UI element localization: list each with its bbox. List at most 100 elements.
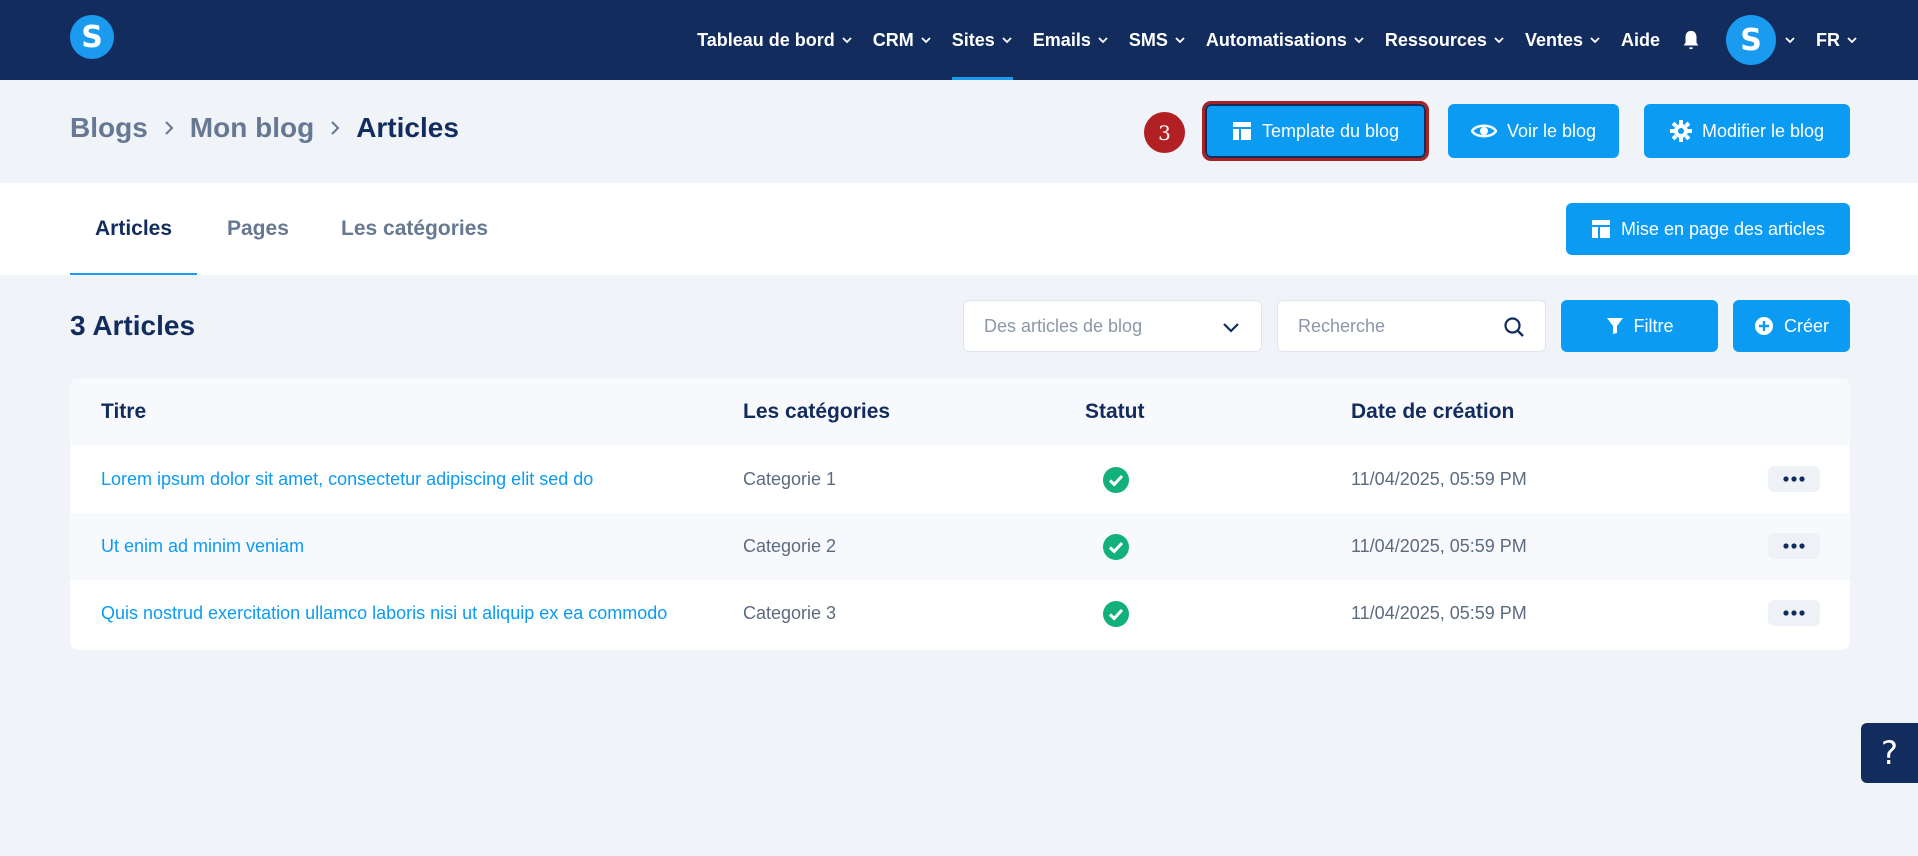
chevron-right-icon bbox=[165, 121, 174, 135]
plus-circle-icon bbox=[1754, 317, 1773, 335]
status-cell bbox=[1103, 513, 1129, 580]
nav-item-emails[interactable]: Emails bbox=[1033, 0, 1109, 80]
column-title: Titre bbox=[101, 400, 147, 423]
row-actions-button[interactable] bbox=[1768, 466, 1820, 492]
articles-count-title: 3 Articles bbox=[70, 310, 196, 341]
tab-articles[interactable]: Articles bbox=[69, 183, 198, 275]
chevron-down-icon bbox=[1098, 37, 1108, 44]
column-categories: Les catégories bbox=[743, 400, 891, 423]
nav-item-label: Ventes bbox=[1524, 29, 1583, 50]
tabs-panel: Articles Pages Les catégories Mise en pa… bbox=[0, 183, 1918, 275]
nav-item-sms[interactable]: SMS bbox=[1129, 0, 1186, 80]
article-date: 11/04/2025, 05:59 PM bbox=[1351, 603, 1527, 623]
nav-item-resources[interactable]: Ressources bbox=[1385, 0, 1505, 80]
nav-item-sales[interactable]: Ventes bbox=[1525, 0, 1601, 80]
nav-item-crm[interactable]: CRM bbox=[873, 0, 932, 80]
more-horizontal-icon bbox=[1783, 543, 1805, 549]
nav-item-dashboard[interactable]: Tableau de bord bbox=[697, 0, 853, 80]
nav-item-automations[interactable]: Automatisations bbox=[1206, 0, 1365, 80]
article-title-link[interactable]: Quis nostrud exercitation ullamco labori… bbox=[101, 580, 667, 647]
article-title-link[interactable]: Ut enim ad minim veniam bbox=[101, 513, 304, 580]
nav-item-label: CRM bbox=[872, 29, 914, 50]
language-selector[interactable]: FR bbox=[1816, 0, 1858, 80]
filter-button[interactable]: Filtre bbox=[1561, 300, 1718, 352]
article-title-link[interactable]: Lorem ipsum dolor sit amet, consectetur … bbox=[101, 446, 593, 513]
tab-pages[interactable]: Pages bbox=[227, 183, 289, 275]
nav-item-sites[interactable]: Sites bbox=[951, 0, 1013, 80]
create-label: Créer bbox=[1783, 315, 1829, 336]
article-category: Categorie 2 bbox=[743, 536, 837, 556]
nav-item-label: Aide bbox=[1620, 29, 1660, 50]
view-blog-label: Voir le blog bbox=[1506, 120, 1597, 141]
more-horizontal-icon bbox=[1783, 610, 1805, 616]
article-type-select[interactable]: Des articles de blog bbox=[963, 300, 1262, 352]
chevron-right-icon bbox=[331, 121, 340, 135]
view-blog-button[interactable]: Voir le blog bbox=[1448, 104, 1619, 158]
table-row: Ut enim ad minim veniam Categorie 2 11/0… bbox=[70, 513, 1850, 580]
chevron-down-icon bbox=[1175, 37, 1185, 44]
check-circle-icon bbox=[1103, 600, 1129, 627]
chevron-down-icon bbox=[1002, 37, 1012, 44]
template-blog-button[interactable]: Template du blog bbox=[1202, 101, 1429, 161]
row-actions-button[interactable] bbox=[1768, 600, 1820, 626]
layout-icon bbox=[1591, 220, 1610, 238]
chevron-down-icon bbox=[842, 37, 852, 44]
breadcrumb: Blogs Mon blog Articles bbox=[70, 112, 459, 144]
tab-categories[interactable]: Les catégories bbox=[341, 183, 488, 275]
search-box bbox=[1277, 300, 1546, 352]
article-date: 11/04/2025, 05:59 PM bbox=[1351, 469, 1527, 489]
column-date: Date de création bbox=[1351, 400, 1515, 423]
nav-item-label: SMS bbox=[1128, 29, 1168, 50]
row-actions-button[interactable] bbox=[1768, 533, 1820, 559]
gear-icon bbox=[1669, 120, 1692, 142]
status-cell bbox=[1103, 580, 1129, 647]
breadcrumb-articles: Articles bbox=[356, 112, 459, 143]
articles-layout-label: Mise en page des articles bbox=[1620, 218, 1826, 239]
filter-icon bbox=[1606, 318, 1623, 334]
nav-item-label: Tableau de bord bbox=[697, 29, 835, 50]
eye-icon bbox=[1470, 124, 1497, 138]
nav-item-label: Emails bbox=[1032, 29, 1091, 50]
chevron-down-icon bbox=[1223, 323, 1239, 333]
article-date: 11/04/2025, 05:59 PM bbox=[1351, 536, 1527, 556]
language-label: FR bbox=[1816, 29, 1840, 50]
select-value: Des articles de blog bbox=[984, 315, 1143, 336]
nav-item-label: Automatisations bbox=[1205, 29, 1347, 50]
table-header: Titre Les catégories Statut Date de créa… bbox=[70, 378, 1850, 446]
template-blog-label: Template du blog bbox=[1261, 120, 1400, 141]
chevron-down-icon bbox=[1847, 37, 1857, 44]
app-logo[interactable]: S bbox=[70, 15, 114, 59]
main-nav: Tableau de bord CRM Sites Emails SMS Aut… bbox=[677, 0, 1858, 80]
edit-blog-button[interactable]: Modifier le blog bbox=[1644, 104, 1850, 158]
chevron-down-icon bbox=[921, 37, 931, 44]
search-input[interactable] bbox=[1278, 301, 1478, 351]
nav-item-help[interactable]: Aide bbox=[1621, 0, 1660, 80]
chevron-down-icon bbox=[1354, 37, 1364, 44]
article-category: Categorie 3 bbox=[743, 603, 837, 623]
filter-label: Filtre bbox=[1633, 315, 1674, 336]
chevron-down-icon bbox=[1590, 37, 1600, 44]
breadcrumb-mon-blog[interactable]: Mon blog bbox=[190, 112, 314, 144]
help-button[interactable]: ? bbox=[1861, 723, 1918, 783]
nav-item-label: Sites bbox=[951, 29, 995, 50]
table-row: Quis nostrud exercitation ullamco labori… bbox=[70, 580, 1850, 647]
breadcrumb-blogs[interactable]: Blogs bbox=[70, 112, 148, 144]
search-icon[interactable] bbox=[1503, 316, 1525, 338]
more-horizontal-icon bbox=[1783, 476, 1805, 482]
table-row: Lorem ipsum dolor sit amet, consectetur … bbox=[70, 446, 1850, 513]
edit-blog-label: Modifier le blog bbox=[1701, 120, 1825, 141]
nav-item-label: Ressources bbox=[1384, 29, 1487, 50]
articles-table: Titre Les catégories Statut Date de créa… bbox=[70, 378, 1850, 650]
chevron-down-icon[interactable] bbox=[1784, 34, 1796, 46]
article-category: Categorie 1 bbox=[743, 469, 837, 489]
chevron-down-icon bbox=[1494, 37, 1504, 44]
status-cell bbox=[1103, 446, 1129, 513]
step-badge: 3 bbox=[1144, 112, 1185, 153]
check-circle-icon bbox=[1103, 466, 1129, 493]
check-circle-icon bbox=[1103, 533, 1129, 560]
top-navbar: S Tableau de bord CRM Sites Emails SMS A… bbox=[0, 0, 1918, 80]
bell-icon[interactable] bbox=[1680, 29, 1702, 51]
articles-layout-button[interactable]: Mise en page des articles bbox=[1566, 203, 1850, 255]
user-avatar[interactable]: S bbox=[1726, 15, 1776, 65]
create-button[interactable]: Créer bbox=[1733, 300, 1850, 352]
